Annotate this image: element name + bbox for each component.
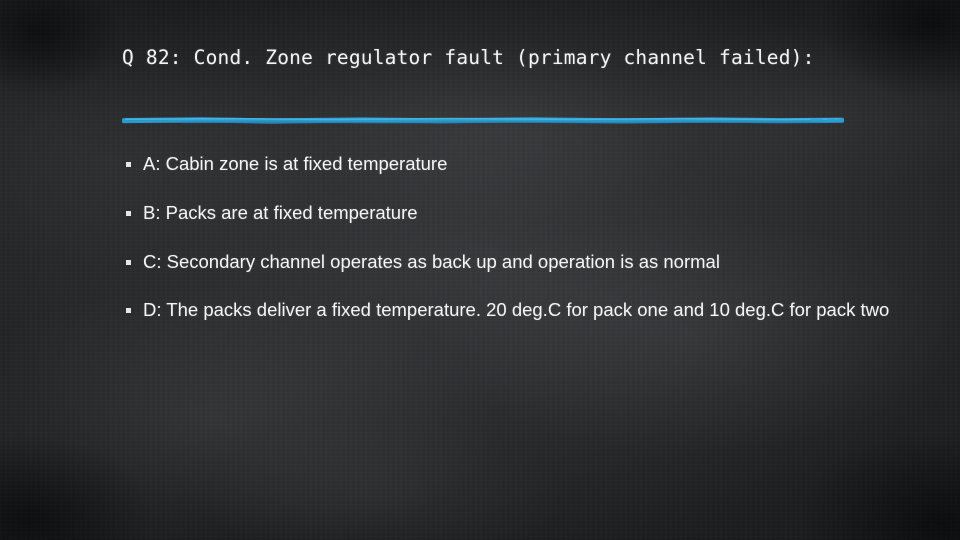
bullet-square-icon (126, 150, 143, 170)
answer-list: A: Cabin zone is at fixed temperature B:… (126, 150, 916, 345)
page-title: Q 82: Cond. Zone regulator fault (primar… (122, 46, 815, 69)
divider-rule (122, 116, 844, 125)
slide-canvas: Q 82: Cond. Zone regulator fault (primar… (0, 0, 960, 540)
divider-chalk-line (122, 117, 844, 124)
list-item: D: The packs deliver a fixed temperature… (126, 296, 916, 324)
answer-option-b: B: Packs are at fixed temperature (143, 201, 418, 223)
answer-option-a: A: Cabin zone is at fixed temperature (143, 153, 448, 174)
list-item: B: Packs are at fixed temperature (126, 199, 916, 227)
answer-option-d: D: The packs deliver a fixed temperature… (143, 299, 890, 321)
list-item: C: Secondary channel operates as back up… (126, 248, 916, 276)
bullet-square-icon (126, 248, 143, 268)
answer-option-c: C: Secondary channel operates as back up… (143, 250, 720, 272)
list-item: A: Cabin zone is at fixed temperature (126, 150, 916, 178)
bullet-square-icon (126, 199, 143, 219)
bullet-square-icon (126, 296, 143, 316)
